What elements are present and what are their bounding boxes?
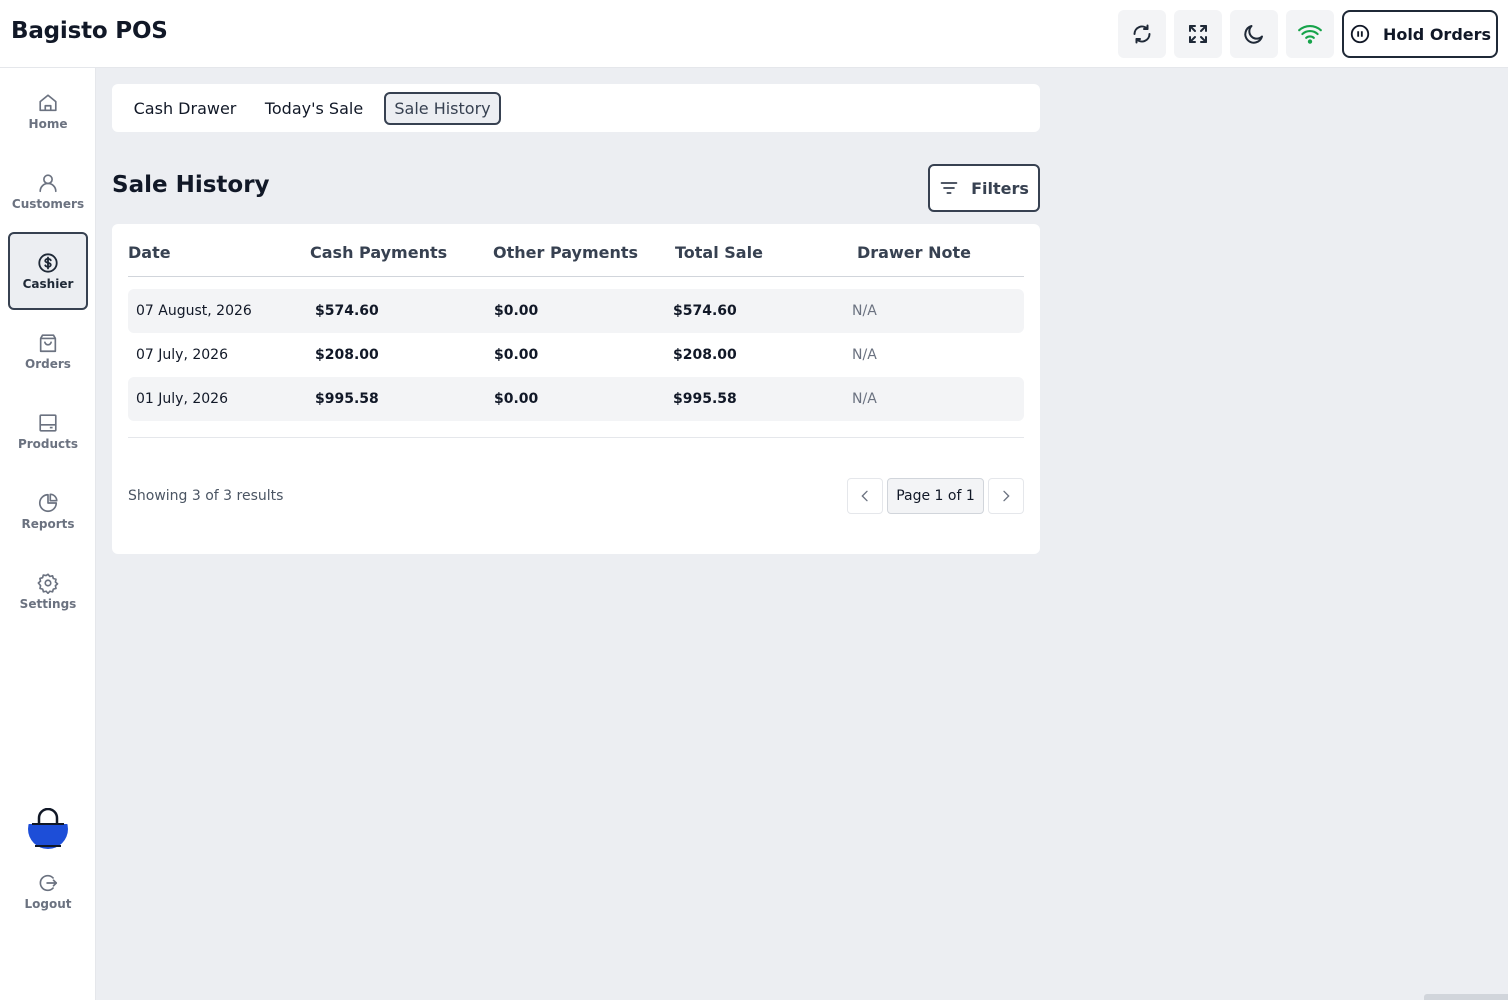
shopping-bag-icon — [39, 333, 57, 352]
filters-label: Filters — [971, 178, 1029, 198]
sidebar-item-label: Cashier — [22, 276, 74, 291]
sidebar-item-home[interactable]: Home — [8, 72, 88, 150]
hold-orders-label: Hold Orders — [1382, 24, 1492, 44]
cell-cash-payments: $574.60 — [315, 303, 379, 319]
cell-date: 07 August, 2026 — [136, 303, 252, 319]
wifi-icon — [1298, 24, 1322, 44]
filter-icon — [940, 182, 958, 194]
sidebar-item-products[interactable]: Products — [8, 392, 88, 470]
user-icon — [39, 173, 57, 192]
top-header: Bagisto POS Hold Orders — [0, 0, 1508, 68]
sale-history-table: Date Cash Payments Other Payments Total … — [112, 224, 1040, 554]
sidebar-item-orders[interactable]: Orders — [8, 312, 88, 390]
gear-icon — [37, 572, 59, 594]
sidebar-item-settings[interactable]: Settings — [8, 552, 88, 630]
sidebar-item-label: Reports — [21, 516, 75, 531]
sidebar-item-reports[interactable]: Reports — [8, 472, 88, 550]
table-row[interactable]: 07 July, 2026 $208.00 $0.00 $208.00 N/A — [128, 333, 1024, 377]
column-header-date: Date — [128, 243, 171, 262]
sidebar: Home Customers Cashier Orders Products R… — [0, 68, 96, 1000]
tab-todays-sale[interactable]: Today's Sale — [262, 92, 366, 125]
cell-other-payments: $0.00 — [494, 303, 539, 319]
header-divider — [128, 276, 1024, 277]
column-header-other-payments: Other Payments — [493, 243, 639, 262]
logout-label: Logout — [24, 896, 72, 911]
cell-date: 07 July, 2026 — [136, 347, 228, 363]
sidebar-item-label: Settings — [19, 596, 77, 611]
scrollbar[interactable] — [1424, 994, 1508, 1000]
sync-button[interactable] — [1118, 10, 1166, 58]
filters-button[interactable]: Filters — [928, 164, 1040, 212]
cell-other-payments: $0.00 — [494, 391, 539, 407]
table-row[interactable]: 01 July, 2026 $995.58 $0.00 $995.58 N/A — [128, 377, 1024, 421]
column-header-cash-payments: Cash Payments — [310, 243, 448, 262]
table-footer-divider — [128, 437, 1024, 438]
theme-toggle-button[interactable] — [1230, 10, 1278, 58]
avatar[interactable] — [27, 808, 69, 850]
sidebar-item-label: Customers — [11, 196, 85, 211]
sidebar-item-label: Home — [28, 116, 68, 131]
hold-orders-button[interactable]: Hold Orders — [1342, 10, 1498, 58]
cell-total-sale: $574.60 — [673, 303, 737, 319]
previous-page-button[interactable] — [847, 478, 883, 514]
cell-cash-payments: $208.00 — [315, 347, 379, 363]
chevron-left-icon — [861, 490, 868, 502]
next-page-button[interactable] — [988, 478, 1024, 514]
results-count: Showing 3 of 3 results — [128, 488, 284, 504]
table-row[interactable]: 07 August, 2026 $574.60 $0.00 $574.60 N/… — [128, 289, 1024, 333]
cell-cash-payments: $995.58 — [315, 391, 379, 407]
sidebar-item-label: Orders — [25, 356, 71, 371]
sidebar-item-customers[interactable]: Customers — [8, 152, 88, 230]
sync-icon — [1133, 24, 1151, 44]
home-icon — [39, 93, 57, 111]
cashier-tabs: Cash Drawer Today's Sale Sale History — [112, 84, 1040, 132]
product-box-icon — [39, 413, 57, 432]
network-status-button[interactable] — [1286, 10, 1334, 58]
dollar-circle-icon — [38, 252, 58, 273]
app-title: Bagisto POS — [11, 18, 168, 44]
fullscreen-button[interactable] — [1174, 10, 1222, 58]
cell-drawer-note: N/A — [852, 391, 877, 407]
column-header-drawer-note: Drawer Note — [857, 243, 971, 262]
pause-circle-icon — [1350, 24, 1370, 44]
tab-cash-drawer[interactable]: Cash Drawer — [130, 92, 240, 125]
cell-total-sale: $995.58 — [673, 391, 737, 407]
fullscreen-icon — [1189, 25, 1207, 43]
logout-button[interactable]: Logout — [8, 852, 88, 930]
page-indicator: Page 1 of 1 — [887, 478, 984, 514]
sidebar-item-cashier[interactable]: Cashier — [8, 232, 88, 310]
column-header-total-sale: Total Sale — [675, 243, 763, 262]
moon-icon — [1244, 25, 1263, 44]
cell-total-sale: $208.00 — [673, 347, 737, 363]
logout-icon — [39, 874, 58, 891]
cell-drawer-note: N/A — [852, 303, 877, 319]
cell-drawer-note: N/A — [852, 347, 877, 363]
chevron-right-icon — [1003, 490, 1010, 502]
tab-sale-history[interactable]: Sale History — [384, 92, 501, 125]
sidebar-item-label: Products — [17, 436, 79, 451]
page-title: Sale History — [112, 172, 270, 198]
cell-other-payments: $0.00 — [494, 347, 539, 363]
cell-date: 01 July, 2026 — [136, 391, 228, 407]
pie-chart-icon — [38, 492, 58, 512]
